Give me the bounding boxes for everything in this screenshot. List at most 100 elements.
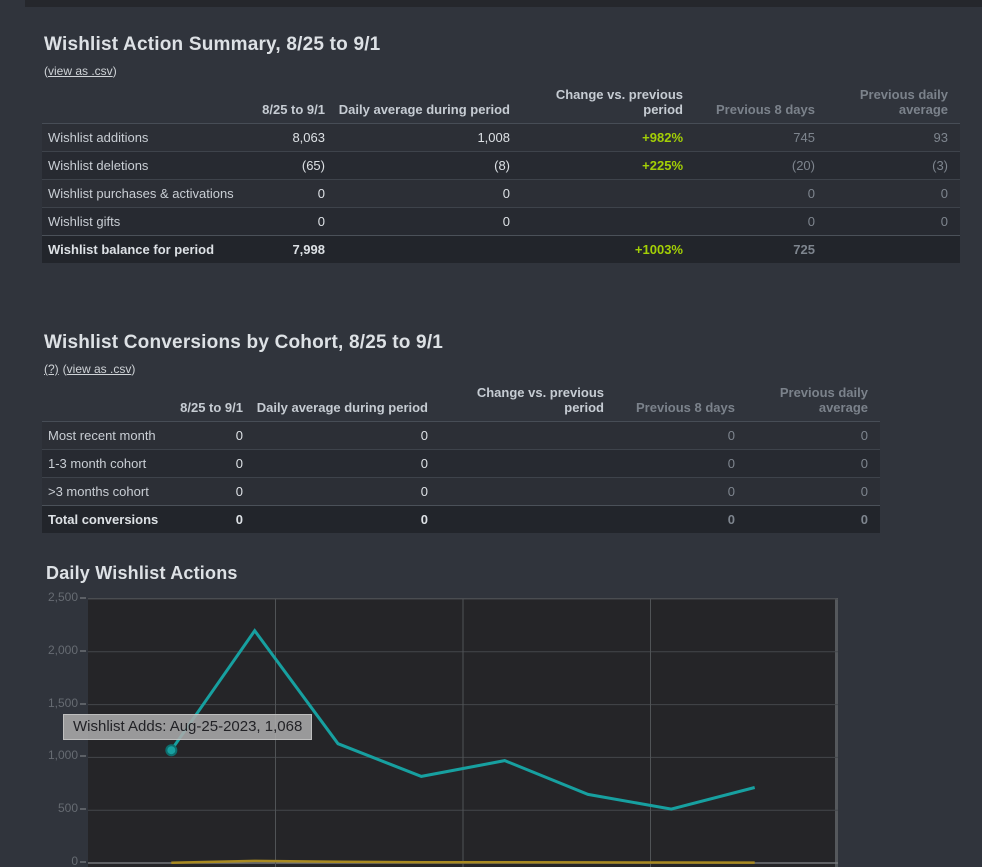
cell-prev-daily: 93 [827, 123, 960, 151]
cell-prev-daily [827, 235, 960, 263]
cohort-col-spacer [42, 380, 172, 421]
cell-prev8: 0 [616, 477, 747, 505]
cell-period: 0 [172, 449, 255, 477]
summary-csv-line: (view as .csv) [44, 64, 960, 78]
cell-prev-daily: 0 [747, 505, 880, 533]
cell-daily-avg: 0 [255, 449, 440, 477]
y-tick-mark [80, 755, 86, 757]
cell-prev8: 0 [616, 505, 747, 533]
table-row: >3 months cohort 0 0 0 0 [42, 477, 880, 505]
y-tick-mark [80, 703, 86, 705]
summary-col-change: Change vs. previous period [522, 82, 695, 123]
cohort-col-period: 8/25 to 9/1 [172, 380, 255, 421]
cohort-section: Wishlist Conversions by Cohort, 8/25 to … [44, 332, 882, 376]
y-tick-label: 1,500 [8, 696, 78, 710]
cell-daily-avg: 0 [255, 421, 440, 449]
cell-period: 7,998 [222, 235, 337, 263]
cell-daily-avg: 0 [337, 207, 522, 235]
cell-prev-daily: (3) [827, 151, 960, 179]
cell-change [440, 449, 616, 477]
summary-col-prev8: Previous 8 days [695, 82, 827, 123]
cohort-view-csv-link[interactable]: view as .csv [67, 362, 132, 376]
cohort-col-prev-daily: Previous daily average [747, 380, 880, 421]
summary-view-csv-link[interactable]: view as .csv [48, 64, 113, 78]
cell-period: 0 [172, 421, 255, 449]
summary-col-spacer [42, 82, 222, 123]
cell-prev8: 0 [695, 207, 827, 235]
y-tick-label: 2,000 [8, 643, 78, 657]
y-tick-label: 1,000 [8, 748, 78, 762]
row-label: Wishlist balance for period [42, 235, 222, 263]
cohort-title: Wishlist Conversions by Cohort, 8/25 to … [44, 332, 882, 354]
y-tick-mark [80, 650, 86, 652]
top-divider [25, 0, 982, 7]
cohort-col-change: Change vs. previous period [440, 380, 616, 421]
table-row: Most recent month 0 0 0 0 [42, 421, 880, 449]
cell-period: 0 [222, 207, 337, 235]
cell-prev8: 0 [695, 179, 827, 207]
cell-daily-avg: 1,008 [337, 123, 522, 151]
cell-change [522, 207, 695, 235]
cohort-table: 8/25 to 9/1 Daily average during period … [42, 380, 880, 533]
cell-prev8: (20) [695, 151, 827, 179]
cell-change [440, 477, 616, 505]
cell-prev8: 0 [616, 449, 747, 477]
help-icon[interactable]: (?) [44, 362, 59, 376]
cell-change [440, 421, 616, 449]
wishlist-dashboard-page: Wishlist Action Summary, 8/25 to 9/1 (vi… [0, 0, 982, 867]
row-label: Most recent month [42, 421, 172, 449]
cohort-total-row: Total conversions 0 0 0 0 [42, 505, 880, 533]
row-label: Wishlist additions [42, 123, 222, 151]
cell-daily-avg: 0 [255, 477, 440, 505]
cell-prev-daily: 0 [827, 207, 960, 235]
row-label: Wishlist purchases & activations [42, 179, 222, 207]
row-label: Wishlist deletions [42, 151, 222, 179]
cell-prev-daily: 0 [827, 179, 960, 207]
highlighted-point [166, 745, 176, 755]
cell-change [522, 179, 695, 207]
summary-col-prev-daily: Previous daily average [827, 82, 960, 123]
y-tick-label: 2,500 [8, 590, 78, 604]
cell-change [440, 505, 616, 533]
cell-period: 0 [172, 477, 255, 505]
table-row: 1-3 month cohort 0 0 0 0 [42, 449, 880, 477]
cell-period: 0 [222, 179, 337, 207]
row-label: >3 months cohort [42, 477, 172, 505]
cell-change: +225% [522, 151, 695, 179]
summary-col-period: 8/25 to 9/1 [222, 82, 337, 123]
cell-prev-daily: 0 [747, 477, 880, 505]
cell-daily-avg: (8) [337, 151, 522, 179]
y-tick-label: 0 [8, 854, 78, 867]
summary-table: 8/25 to 9/1 Daily average during period … [42, 82, 960, 263]
cohort-csv-line: (?)(view as .csv) [44, 362, 882, 376]
cohort-col-daily-avg: Daily average during period [255, 380, 440, 421]
cell-daily-avg: 0 [337, 179, 522, 207]
cohort-col-prev8: Previous 8 days [616, 380, 747, 421]
table-row: Wishlist gifts 0 0 0 0 [42, 207, 960, 235]
row-label: Wishlist gifts [42, 207, 222, 235]
cell-change: +1003% [522, 235, 695, 263]
cell-prev8: 0 [616, 421, 747, 449]
y-tick-label: 500 [8, 801, 78, 815]
cell-period: (65) [222, 151, 337, 179]
y-tick-mark [80, 861, 86, 863]
table-row: Wishlist purchases & activations 0 0 0 0 [42, 179, 960, 207]
summary-balance-row: Wishlist balance for period 7,998 +1003%… [42, 235, 960, 263]
table-row: Wishlist additions 8,063 1,008 +982% 745… [42, 123, 960, 151]
cell-prev8: 745 [695, 123, 827, 151]
table-row: Wishlist deletions (65) (8) +225% (20) (… [42, 151, 960, 179]
row-label: 1-3 month cohort [42, 449, 172, 477]
y-tick-mark [80, 808, 86, 810]
chart-title: Daily Wishlist Actions [46, 563, 238, 584]
chart-tooltip: Wishlist Adds: Aug-25-2023, 1,068 [63, 714, 312, 740]
summary-title: Wishlist Action Summary, 8/25 to 9/1 [44, 34, 960, 56]
summary-header-row: 8/25 to 9/1 Daily average during period … [42, 82, 960, 123]
cell-prev8: 725 [695, 235, 827, 263]
cell-daily-avg: 0 [255, 505, 440, 533]
paren-close: ) [131, 362, 135, 376]
cell-change: +982% [522, 123, 695, 151]
row-label: Total conversions [42, 505, 172, 533]
summary-section: Wishlist Action Summary, 8/25 to 9/1 (vi… [44, 34, 960, 78]
cohort-header-row: 8/25 to 9/1 Daily average during period … [42, 380, 880, 421]
cell-prev-daily: 0 [747, 449, 880, 477]
